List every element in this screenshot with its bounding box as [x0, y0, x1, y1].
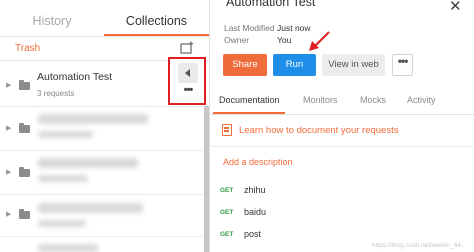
blurred-content: [38, 220, 86, 227]
request-method-badge: GET: [220, 187, 234, 194]
divider: [209, 114, 474, 115]
new-folder-icon[interactable]: [180, 41, 194, 55]
request-name[interactable]: baidu: [244, 207, 266, 217]
collection-name: Automation Test: [37, 71, 113, 83]
request-method-badge: GET: [220, 209, 234, 216]
tab-history[interactable]: History: [0, 0, 104, 36]
tab-collections[interactable]: Collections: [104, 0, 209, 36]
view-in-web-button[interactable]: View in web: [322, 54, 385, 76]
folder-icon: [19, 167, 30, 177]
tab-monitors[interactable]: Monitors: [303, 95, 338, 105]
tab-documentation[interactable]: Documentation: [219, 95, 280, 105]
watermark: https://blog.csdn.net/weixin_44..: [372, 242, 465, 249]
tab-activity[interactable]: Activity: [407, 95, 436, 105]
request-method-badge: GET: [220, 231, 234, 238]
divider: [0, 236, 209, 237]
close-icon[interactable]: ✕: [449, 0, 462, 15]
blurred-content: [38, 203, 143, 213]
collection-request-count: 3 requests: [37, 89, 75, 98]
caret-right-icon[interactable]: ▶: [6, 81, 11, 89]
divider: [0, 36, 209, 37]
folder-icon: [19, 209, 30, 219]
collection-item-blurred[interactable]: ▶: [0, 195, 209, 235]
last-modified-label: Last Modified: [224, 23, 275, 33]
more-actions-button[interactable]: •••: [392, 54, 413, 76]
divider: [209, 146, 474, 147]
red-arrow-annotation: [309, 31, 330, 51]
blurred-content: [38, 114, 148, 124]
request-name[interactable]: post: [244, 229, 261, 239]
collapse-panel-button[interactable]: [178, 63, 198, 83]
blurred-content: [38, 131, 93, 138]
caret-right-icon[interactable]: ▶: [6, 124, 11, 132]
learn-documentation-link[interactable]: Learn how to document your requests: [239, 125, 398, 136]
folder-icon: [19, 80, 30, 90]
panel-title: Automation Test: [226, 0, 316, 9]
folder-icon: [19, 123, 30, 133]
sidebar: History Collections Trash ▶ Automation T…: [0, 0, 209, 252]
blurred-content: [38, 175, 88, 182]
run-button[interactable]: Run: [273, 54, 316, 76]
owner-value: You: [277, 35, 292, 45]
add-description-link[interactable]: Add a description: [223, 157, 293, 167]
request-name[interactable]: zhihu: [244, 185, 266, 195]
collection-more-button[interactable]: •••: [178, 85, 198, 101]
document-icon: [222, 124, 232, 136]
caret-right-icon[interactable]: ▶: [6, 168, 11, 176]
tab-mocks[interactable]: Mocks: [360, 95, 386, 105]
blurred-content: [38, 244, 98, 252]
owner-label: Owner: [224, 35, 250, 45]
trash-link[interactable]: Trash: [15, 43, 40, 54]
blurred-content: [38, 158, 138, 168]
caret-right-icon[interactable]: ▶: [6, 210, 11, 218]
share-button[interactable]: Share: [223, 54, 267, 76]
